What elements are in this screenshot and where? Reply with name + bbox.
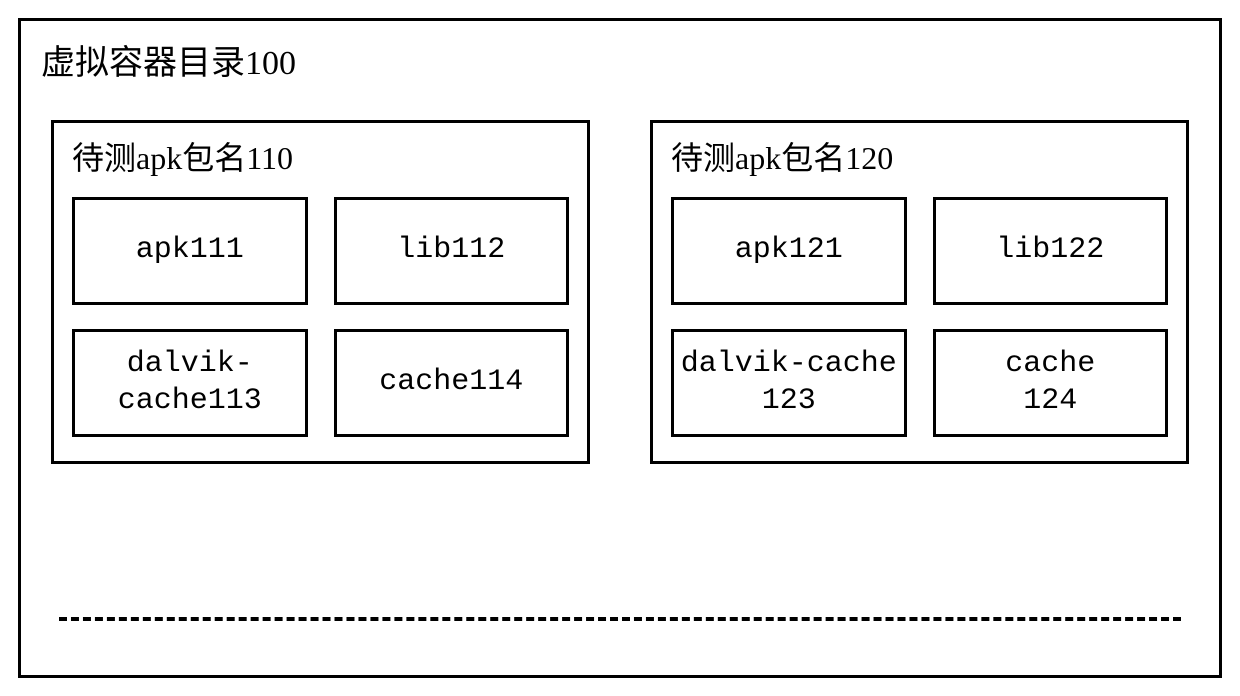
cell-apk: apk121 (671, 197, 907, 305)
cell-lib: lib122 (933, 197, 1169, 305)
package-cells: apk121 lib122 dalvik-cache 123 cache 124 (671, 197, 1168, 437)
cell-dalvik-cache: dalvik-cache 123 (671, 329, 907, 437)
cell-cache: cache 124 (933, 329, 1169, 437)
apk-package-110: 待测apk包名110 apk111 lib112 dalvik- cache11… (51, 120, 590, 464)
package-cells: apk111 lib112 dalvik- cache113 cache114 (72, 197, 569, 437)
cell-cache: cache114 (334, 329, 570, 437)
cell-dalvik-cache: dalvik- cache113 (72, 329, 308, 437)
outer-title: 虚拟容器目录100 (41, 31, 1199, 120)
virtual-container-directory: 虚拟容器目录100 待测apk包名110 apk111 lib112 dalvi… (18, 18, 1222, 678)
package-title: 待测apk包名110 (72, 131, 569, 197)
cell-apk: apk111 (72, 197, 308, 305)
packages-row: 待测apk包名110 apk111 lib112 dalvik- cache11… (41, 120, 1199, 464)
cell-lib: lib112 (334, 197, 570, 305)
dashed-divider (59, 617, 1181, 621)
apk-package-120: 待测apk包名120 apk121 lib122 dalvik-cache 12… (650, 120, 1189, 464)
package-title: 待测apk包名120 (671, 131, 1168, 197)
